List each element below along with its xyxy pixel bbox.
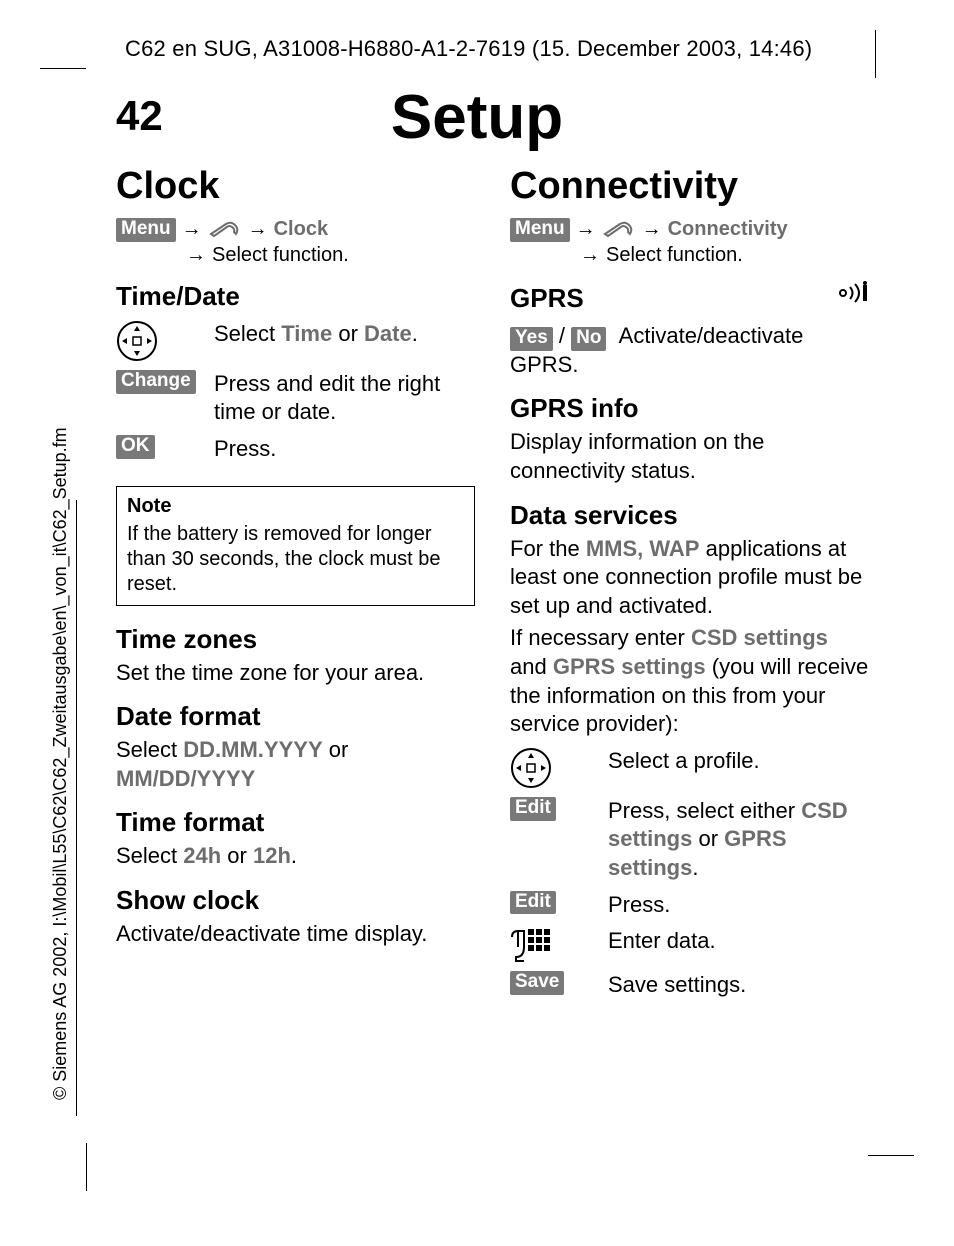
- term-date: Date: [364, 321, 412, 346]
- arrow-right-icon: →: [248, 218, 268, 241]
- ok-softkey[interactable]: OK: [116, 435, 155, 459]
- breadcrumb-sub: → Select function.: [116, 244, 475, 267]
- text: Set the time zone for your area.: [116, 659, 475, 688]
- term-mmddyyyy: MM/DD/YYYY: [116, 766, 255, 791]
- breadcrumb-end: Clock: [274, 218, 328, 241]
- heading-show-clock: Show clock: [116, 885, 475, 916]
- breadcrumb-clock: Menu → → Clock: [116, 218, 475, 242]
- heading-data-services: Data services: [510, 500, 869, 531]
- text: Select a profile.: [608, 747, 869, 776]
- arrow-right-icon: →: [576, 218, 596, 241]
- page-title: Setup: [0, 82, 954, 153]
- text: Select 24h or 12h.: [116, 842, 475, 871]
- right-column: Connectivity Menu → → Connectivity → Sel…: [510, 165, 869, 1146]
- text: .: [692, 855, 698, 880]
- no-softkey[interactable]: No: [571, 327, 606, 351]
- text: For the: [510, 536, 586, 561]
- term-csd-settings: CSD settings: [691, 625, 828, 650]
- gprs-toggle-line: Yes / No Activate/deactivate GPRS.: [510, 322, 869, 379]
- breadcrumb-select: Select function.: [212, 244, 349, 267]
- instruction-row: Select Time or Date.: [116, 320, 475, 362]
- text: or: [221, 843, 253, 868]
- instruction-row: Edit Press.: [510, 891, 869, 920]
- instruction-row: Change Press and edit the right time or …: [116, 370, 475, 427]
- side-rule: [76, 500, 77, 1116]
- wrench-icon: [602, 220, 636, 240]
- instruction-row: Save Save settings.: [510, 971, 869, 1000]
- heading-time-zones: Time zones: [116, 624, 475, 655]
- text: /: [553, 323, 571, 348]
- term-24h: 24h: [183, 843, 221, 868]
- text: Press and edit the right time or date.: [214, 370, 475, 427]
- change-softkey[interactable]: Change: [116, 370, 196, 394]
- arrow-right-icon: →: [580, 244, 600, 267]
- crop-mark: [40, 68, 86, 69]
- heading-time-date: Time/Date: [116, 281, 475, 312]
- heading-date-format: Date format: [116, 701, 475, 732]
- term-gprs-settings: GPRS settings: [553, 654, 706, 679]
- left-column: Clock Menu → → Clock → Select function. …: [116, 165, 475, 1146]
- arrow-right-icon: →: [642, 218, 662, 241]
- header-info: C62 en SUG, A31008-H6880-A1-2-7619 (15. …: [125, 36, 812, 62]
- text: If necessary enter CSD settings and GPRS…: [510, 624, 869, 738]
- instruction-row: Edit Press, select either CSD settings o…: [510, 797, 869, 883]
- nav-key-icon: [510, 747, 552, 789]
- term-mms-wap: MMS, WAP: [586, 536, 700, 561]
- breadcrumb-connectivity: Menu → → Connectivity: [510, 218, 869, 242]
- text: Press.: [214, 435, 475, 464]
- note-title: Note: [127, 495, 464, 518]
- save-softkey[interactable]: Save: [510, 971, 564, 995]
- menu-softkey[interactable]: Menu: [510, 218, 570, 242]
- text: Display information on the connectivity …: [510, 428, 869, 485]
- menu-softkey[interactable]: Menu: [116, 218, 176, 242]
- text: Select: [116, 843, 183, 868]
- term-ddmmyyyy: DD.MM.YYYY: [183, 737, 322, 762]
- heading-connectivity: Connectivity: [510, 165, 869, 208]
- heading-time-format: Time format: [116, 807, 475, 838]
- text: For the MMS, WAP applications at least o…: [510, 535, 869, 621]
- copyright-side: © Siemens AG 2002, I:\Mobil\L55\C62\C62_…: [50, 427, 71, 1100]
- breadcrumb-select: Select function.: [606, 244, 743, 267]
- heading-gprs: GPRS: [510, 283, 584, 314]
- keypad-icon: [510, 927, 550, 963]
- crop-mark: [868, 1155, 914, 1156]
- text: Press, select either: [608, 798, 801, 823]
- text: or: [332, 321, 364, 346]
- crop-mark: [875, 30, 876, 78]
- nav-key-icon: [116, 320, 158, 362]
- arrow-right-icon: →: [186, 244, 206, 267]
- text: Activate/deactivate time display.: [116, 920, 475, 949]
- instruction-row: OK Press.: [116, 435, 475, 464]
- wrench-icon: [208, 220, 242, 240]
- text: or: [692, 826, 724, 851]
- breadcrumb-sub: → Select function.: [510, 244, 869, 267]
- term-12h: 12h: [253, 843, 291, 868]
- text: Select: [116, 737, 183, 762]
- text: If necessary enter: [510, 625, 691, 650]
- note-body: If the battery is removed for longer tha…: [127, 522, 464, 597]
- note-box: Note If the battery is removed for longe…: [116, 486, 475, 606]
- breadcrumb-end: Connectivity: [668, 218, 788, 241]
- text: .: [412, 321, 418, 346]
- heading-gprs-info: GPRS info: [510, 393, 869, 424]
- instruction-row: Enter data.: [510, 927, 869, 963]
- heading-clock: Clock: [116, 165, 475, 208]
- arrow-right-icon: →: [182, 218, 202, 241]
- text: Press.: [608, 891, 869, 920]
- term-time: Time: [281, 321, 332, 346]
- instruction-row: Select a profile.: [510, 747, 869, 789]
- text: Save settings.: [608, 971, 869, 1000]
- text: and: [510, 654, 553, 679]
- text: .: [291, 843, 297, 868]
- edit-softkey[interactable]: Edit: [510, 797, 556, 821]
- text: Select DD.MM.YYYY or MM/DD/YYYY: [116, 736, 475, 793]
- text: or: [323, 737, 349, 762]
- crop-mark: [86, 1143, 87, 1191]
- text: Enter data.: [608, 927, 869, 956]
- text: Select: [214, 321, 281, 346]
- yes-softkey[interactable]: Yes: [510, 327, 553, 351]
- gprs-signal-icon: [833, 281, 869, 305]
- edit-softkey[interactable]: Edit: [510, 891, 556, 915]
